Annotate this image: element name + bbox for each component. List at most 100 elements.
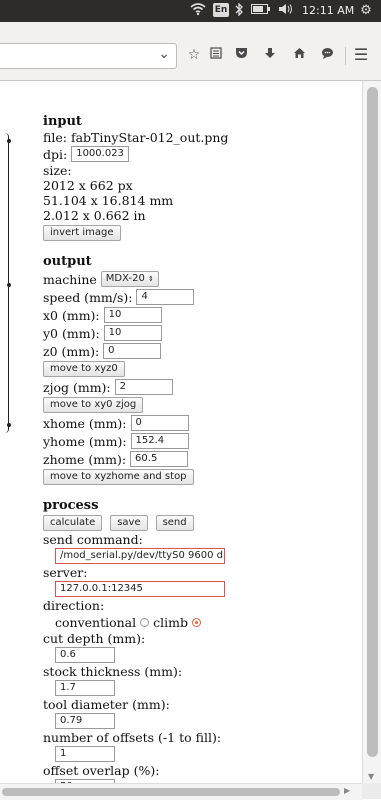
x0-row: x0 (mm): 10 — [43, 306, 353, 324]
dpi-input[interactable]: 1000.023 — [71, 146, 130, 162]
y0-row: y0 (mm): 10 — [43, 324, 353, 342]
stock-thickness-input[interactable]: 1.7 — [55, 680, 115, 696]
yhome-input[interactable]: 152.4 — [130, 433, 189, 449]
zjog-row: zjog (mm): 2 — [43, 378, 353, 396]
offsets-row: 1 — [43, 745, 353, 763]
chevron-down-icon[interactable]: ⌄ — [158, 46, 170, 62]
server-row: 127.0.0.1:12345 — [43, 580, 353, 598]
page-content: input file: fabTinyStar-012_out.png dpi:… — [0, 81, 362, 783]
select-arrows-icon: ⇕ — [148, 275, 154, 283]
save-button[interactable]: save — [110, 515, 148, 531]
volume-icon[interactable] — [276, 3, 296, 19]
browser-toolbar: ⌄ ☆ ☰ — [0, 22, 381, 81]
server-input[interactable]: 127.0.0.1:12345 — [55, 581, 225, 597]
tool-diameter-row: 0.79 — [43, 712, 353, 730]
download-icon[interactable] — [259, 43, 281, 67]
scroll-right-arrow-icon[interactable]: ▶ — [344, 786, 350, 795]
y0-input[interactable]: 10 — [103, 325, 162, 341]
invert-image-button[interactable]: invert image — [43, 225, 121, 241]
send-button[interactable]: send — [155, 515, 194, 531]
invert-row: invert image — [43, 224, 353, 242]
dpi-label: dpi: — [43, 146, 68, 162]
x0-input[interactable]: 10 — [103, 307, 162, 323]
zhome-input[interactable]: 60.5 — [130, 451, 189, 467]
chat-icon[interactable] — [316, 43, 338, 67]
speed-input[interactable]: 4 — [136, 289, 195, 305]
z0-row: z0 (mm): 0 — [43, 342, 353, 360]
bookmark-star-icon[interactable]: ☆ — [183, 43, 205, 67]
path-point — [7, 139, 11, 143]
yhome-label: yhome (mm): — [43, 433, 127, 449]
server-label: server: — [43, 565, 88, 580]
process-heading: process — [43, 498, 99, 513]
machine-label: machine — [43, 271, 97, 287]
zhome-row: zhome (mm): 60.5 — [43, 450, 353, 468]
menu-icon[interactable]: ☰ — [350, 43, 372, 67]
conventional-label: conventional — [55, 614, 137, 630]
move-home-row: move to xyzhome and stop — [43, 468, 353, 486]
yhome-row: yhome (mm): 152.4 — [43, 432, 353, 450]
calculate-button[interactable]: calculate — [43, 515, 103, 531]
zjog-label: zjog (mm): — [43, 379, 111, 395]
move-to-xy0-zjog-button[interactable]: move to xy0 zjog — [43, 397, 144, 413]
input-heading: input — [43, 114, 82, 129]
conventional-radio[interactable] — [140, 617, 150, 627]
speed-label: speed (mm/s): — [43, 289, 133, 305]
xhome-row: xhome (mm): 0 — [43, 414, 353, 432]
tool-diameter-label: tool diameter (mm): — [43, 697, 170, 712]
url-bar[interactable]: ⌄ — [0, 43, 177, 69]
cut-depth-row: 0.6 — [43, 646, 353, 664]
xhome-input[interactable]: 0 — [130, 415, 189, 431]
machine-value: MDX-20 — [105, 273, 145, 284]
battery-icon[interactable] — [250, 3, 272, 19]
send-command-input[interactable]: /mod_serial.py/dev/ttyS0 9600 d: — [55, 548, 225, 564]
vertical-scroll-thumb[interactable] — [367, 87, 378, 757]
direction-options: conventional climb — [55, 613, 353, 631]
move-xyz0-row: move to xyz0 — [43, 360, 353, 378]
reading-list-icon[interactable] — [205, 43, 227, 67]
stock-thickness-label: stock thickness (mm): — [43, 664, 183, 679]
toolbar-separator — [345, 47, 346, 65]
system-top-bar: En 12:11 AM ⚙ — [0, 0, 381, 22]
toolpath-preview-edge — [0, 133, 11, 433]
scrollbar-corner — [362, 783, 381, 799]
zjog-input[interactable]: 2 — [114, 379, 173, 395]
wifi-icon[interactable] — [189, 3, 207, 19]
send-command-label: send command: — [43, 532, 143, 547]
climb-radio[interactable] — [191, 617, 201, 627]
vertical-scrollbar[interactable]: ▼ — [362, 81, 381, 783]
scroll-down-arrow-icon[interactable]: ▼ — [368, 772, 374, 781]
process-buttons-row: calculate save send — [43, 514, 353, 532]
clock-time[interactable]: 12:11 AM — [302, 3, 354, 19]
file-label: file: — [43, 130, 67, 145]
z0-input[interactable]: 0 — [103, 343, 162, 359]
gear-icon[interactable]: ⚙ — [358, 3, 374, 19]
dpi-row: dpi: 1000.023 — [43, 145, 353, 163]
home-icon[interactable] — [288, 43, 310, 67]
tool-diameter-input[interactable]: 0.79 — [55, 713, 115, 729]
path-point — [7, 423, 11, 427]
cut-depth-input[interactable]: 0.6 — [55, 647, 115, 663]
move-to-xyzhome-and-stop-button[interactable]: move to xyzhome and stop — [43, 469, 194, 485]
pocket-icon[interactable] — [230, 43, 252, 67]
direction-label: direction: — [43, 598, 105, 613]
move-to-xyz0-button[interactable]: move to xyz0 — [43, 361, 125, 377]
size-px: 2012 x 662 px — [43, 178, 133, 193]
machine-select[interactable]: MDX-20 ⇕ — [100, 271, 159, 287]
size-in: 2.012 x 0.662 in — [43, 208, 146, 223]
horizontal-scroll-thumb[interactable] — [2, 788, 340, 796]
speed-row: speed (mm/s): 4 — [43, 288, 353, 306]
settings-panel: input file: fabTinyStar-012_out.png dpi:… — [43, 114, 353, 783]
file-name: fabTinyStar-012_out.png — [70, 130, 229, 145]
path-point — [7, 283, 11, 287]
keyboard-layout-indicator[interactable]: En — [213, 3, 229, 17]
send-command-row: /mod_serial.py/dev/ttyS0 9600 d: — [43, 547, 353, 565]
bluetooth-icon[interactable] — [233, 2, 245, 19]
output-heading: output — [43, 254, 92, 269]
overlap-label: offset overlap (%): — [43, 763, 160, 778]
zhome-label: zhome (mm): — [43, 451, 127, 467]
offsets-input[interactable]: 1 — [55, 746, 115, 762]
offsets-label: number of offsets (-1 to fill): — [43, 730, 222, 745]
move-xy0-zjog-row: move to xy0 zjog — [43, 396, 353, 414]
horizontal-scrollbar[interactable]: ▶ — [0, 783, 362, 800]
